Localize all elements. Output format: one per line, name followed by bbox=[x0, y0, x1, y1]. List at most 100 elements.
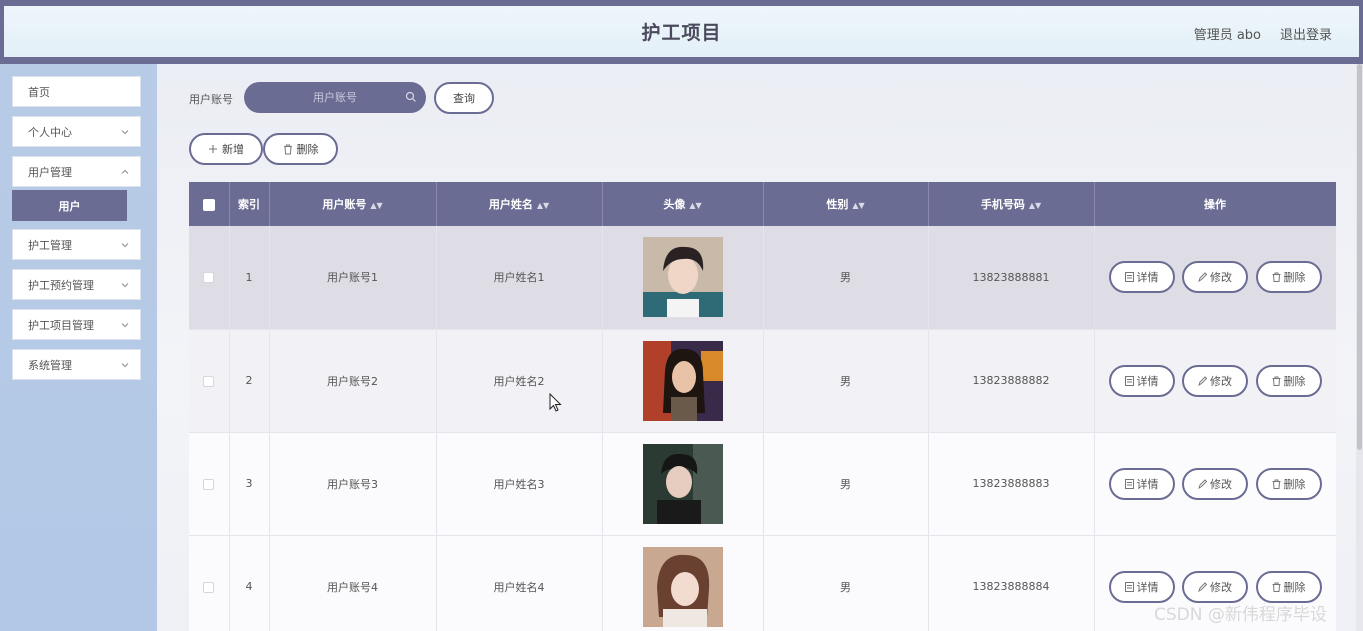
name-cell: 用户姓名2 bbox=[436, 329, 603, 433]
scrollbar-thumb[interactable] bbox=[1357, 64, 1362, 450]
sort-icon[interactable]: ▲▼ bbox=[689, 201, 701, 210]
chevron-down-icon bbox=[121, 323, 129, 328]
detail-button[interactable]: 详情 bbox=[1108, 364, 1175, 397]
avatar[interactable] bbox=[642, 546, 723, 627]
account-cell: 用户账号4 bbox=[269, 535, 437, 631]
search-input[interactable] bbox=[270, 91, 400, 104]
chevron-down-icon bbox=[121, 283, 129, 288]
sidebar-item-caregiver-booking-management[interactable]: 护工预约管理 bbox=[12, 269, 141, 300]
column-header-label: 用户账号 bbox=[322, 198, 367, 211]
column-header-label: 头像 bbox=[663, 198, 686, 211]
page-title: 护工项目 bbox=[641, 22, 722, 44]
avatar[interactable] bbox=[642, 237, 723, 318]
row-checkbox[interactable] bbox=[203, 581, 215, 593]
column-header-phone[interactable]: 手机号码 ▲▼ bbox=[928, 182, 1095, 226]
column-header-account[interactable]: 用户账号 ▲▼ bbox=[269, 182, 437, 226]
sidebar-item-label: 个人中心 bbox=[28, 125, 72, 139]
trash-icon bbox=[1272, 376, 1280, 386]
table-header-row: 索引 用户账号 ▲▼ 用户姓名 ▲▼ 头像 ▲▼ 性别 ▲▼ 手机号码 ▲▼ 操作 bbox=[189, 182, 1336, 226]
edit-button[interactable]: 修改 bbox=[1182, 364, 1248, 397]
chevron-down-icon bbox=[121, 363, 129, 368]
row-checkbox-cell bbox=[189, 329, 230, 433]
index-cell: 2 bbox=[229, 329, 270, 433]
user-table: 索引 用户账号 ▲▼ 用户姓名 ▲▼ 头像 ▲▼ 性别 ▲▼ 手机号码 ▲▼ 操作 1 用… bbox=[189, 182, 1336, 631]
row-checkbox[interactable] bbox=[203, 375, 215, 387]
row-checkbox[interactable] bbox=[203, 478, 215, 490]
sidebar-item-label: 系统管理 bbox=[28, 358, 72, 372]
sidebar-item-system-management[interactable]: 系统管理 bbox=[12, 349, 141, 380]
detail-button[interactable]: 详情 bbox=[1108, 261, 1175, 294]
avatar[interactable] bbox=[642, 340, 723, 421]
delete-button[interactable]: 删除 bbox=[1255, 261, 1322, 294]
search-icon[interactable] bbox=[405, 91, 417, 103]
edit-label: 修改 bbox=[1210, 374, 1232, 388]
table-row[interactable]: 2 用户账号2 用户姓名2 男 13823888882 详情 修改 删除 bbox=[189, 329, 1336, 433]
phone-cell: 13823888884 bbox=[928, 535, 1095, 631]
row-checkbox-cell bbox=[189, 535, 230, 631]
avatar[interactable] bbox=[642, 443, 723, 524]
delete-button[interactable]: 删除 bbox=[1255, 467, 1322, 500]
account-cell: 用户账号2 bbox=[269, 329, 437, 433]
table-row[interactable]: 3 用户账号3 用户姓名3 男 13823888883 详情 修改 删除 bbox=[189, 432, 1336, 536]
chevron-up-icon bbox=[121, 169, 129, 174]
document-icon bbox=[1124, 272, 1134, 283]
sidebar-subitem-user[interactable]: 用户 bbox=[12, 190, 127, 221]
trash-icon bbox=[1272, 479, 1280, 489]
column-header-label: 手机号码 bbox=[980, 198, 1025, 211]
batch-delete-button[interactable]: 删除 bbox=[263, 133, 338, 165]
trash-icon bbox=[1272, 582, 1280, 592]
add-button-label: 新增 bbox=[222, 143, 244, 156]
sidebar-item-personal-center[interactable]: 个人中心 bbox=[12, 116, 141, 147]
sidebar-item-user-management[interactable]: 用户管理 bbox=[12, 156, 141, 187]
detail-button[interactable]: 详情 bbox=[1108, 570, 1175, 603]
column-header-avatar[interactable]: 头像 ▲▼ bbox=[602, 182, 764, 226]
sort-icon[interactable]: ▲▼ bbox=[537, 201, 549, 210]
trash-icon bbox=[1272, 272, 1280, 283]
chevron-down-icon bbox=[121, 130, 129, 135]
sort-icon[interactable]: ▲▼ bbox=[370, 201, 382, 210]
logout-link[interactable]: 退出登录 bbox=[1280, 24, 1332, 43]
edit-button[interactable]: 修改 bbox=[1182, 467, 1248, 500]
edit-button[interactable]: 修改 bbox=[1182, 261, 1248, 294]
sort-icon[interactable]: ▲▼ bbox=[1029, 201, 1041, 210]
sidebar-item-caregiver-project-management[interactable]: 护工项目管理 bbox=[12, 309, 141, 340]
column-header-label: 操作 bbox=[1204, 198, 1226, 211]
sidebar-item-home[interactable]: 首页 bbox=[12, 76, 141, 107]
account-cell: 用户账号1 bbox=[269, 226, 437, 330]
detail-button[interactable]: 详情 bbox=[1108, 467, 1175, 500]
phone-cell: 13823888883 bbox=[928, 432, 1095, 536]
avatar-cell bbox=[602, 535, 764, 631]
delete-label: 删除 bbox=[1283, 374, 1306, 388]
vertical-scrollbar[interactable] bbox=[1356, 64, 1363, 631]
sort-icon[interactable]: ▲▼ bbox=[852, 201, 864, 210]
detail-label: 详情 bbox=[1136, 271, 1159, 285]
select-all-checkbox[interactable] bbox=[202, 198, 215, 211]
sidebar-item-label: 护工预约管理 bbox=[28, 278, 94, 292]
pencil-icon bbox=[1198, 581, 1207, 592]
delete-button[interactable]: 删除 bbox=[1255, 570, 1322, 603]
detail-label: 详情 bbox=[1136, 580, 1159, 594]
phone-cell: 13823888881 bbox=[928, 226, 1095, 330]
sidebar-item-label: 首页 bbox=[28, 85, 50, 99]
sidebar bbox=[0, 64, 157, 631]
column-header-label: 性别 bbox=[826, 198, 849, 211]
column-header-name[interactable]: 用户姓名 ▲▼ bbox=[436, 182, 603, 226]
column-header-gender[interactable]: 性别 ▲▼ bbox=[763, 182, 929, 226]
pencil-icon bbox=[1198, 478, 1207, 489]
watermark: CSDN @新伟程序毕设 bbox=[1154, 605, 1327, 625]
table-row[interactable]: 1 用户账号1 用户姓名1 男 13823888881 详情 修改 删除 bbox=[189, 226, 1336, 330]
add-button[interactable]: 新增 bbox=[189, 133, 263, 165]
query-button[interactable]: 查询 bbox=[434, 82, 494, 114]
row-checkbox-cell bbox=[189, 226, 230, 330]
row-checkbox[interactable] bbox=[203, 272, 215, 284]
edit-button[interactable]: 修改 bbox=[1182, 570, 1248, 603]
index-cell: 4 bbox=[229, 535, 270, 631]
gender-cell: 男 bbox=[763, 535, 929, 631]
edit-label: 修改 bbox=[1210, 271, 1232, 285]
header: 护工项目 管理员 abo 退出登录 bbox=[4, 6, 1359, 57]
phone-cell: 13823888882 bbox=[928, 329, 1095, 433]
sidebar-item-caregiver-management[interactable]: 护工管理 bbox=[12, 229, 141, 260]
detail-label: 详情 bbox=[1136, 374, 1159, 388]
delete-button[interactable]: 删除 bbox=[1255, 364, 1322, 397]
row-checkbox-cell bbox=[189, 432, 230, 536]
